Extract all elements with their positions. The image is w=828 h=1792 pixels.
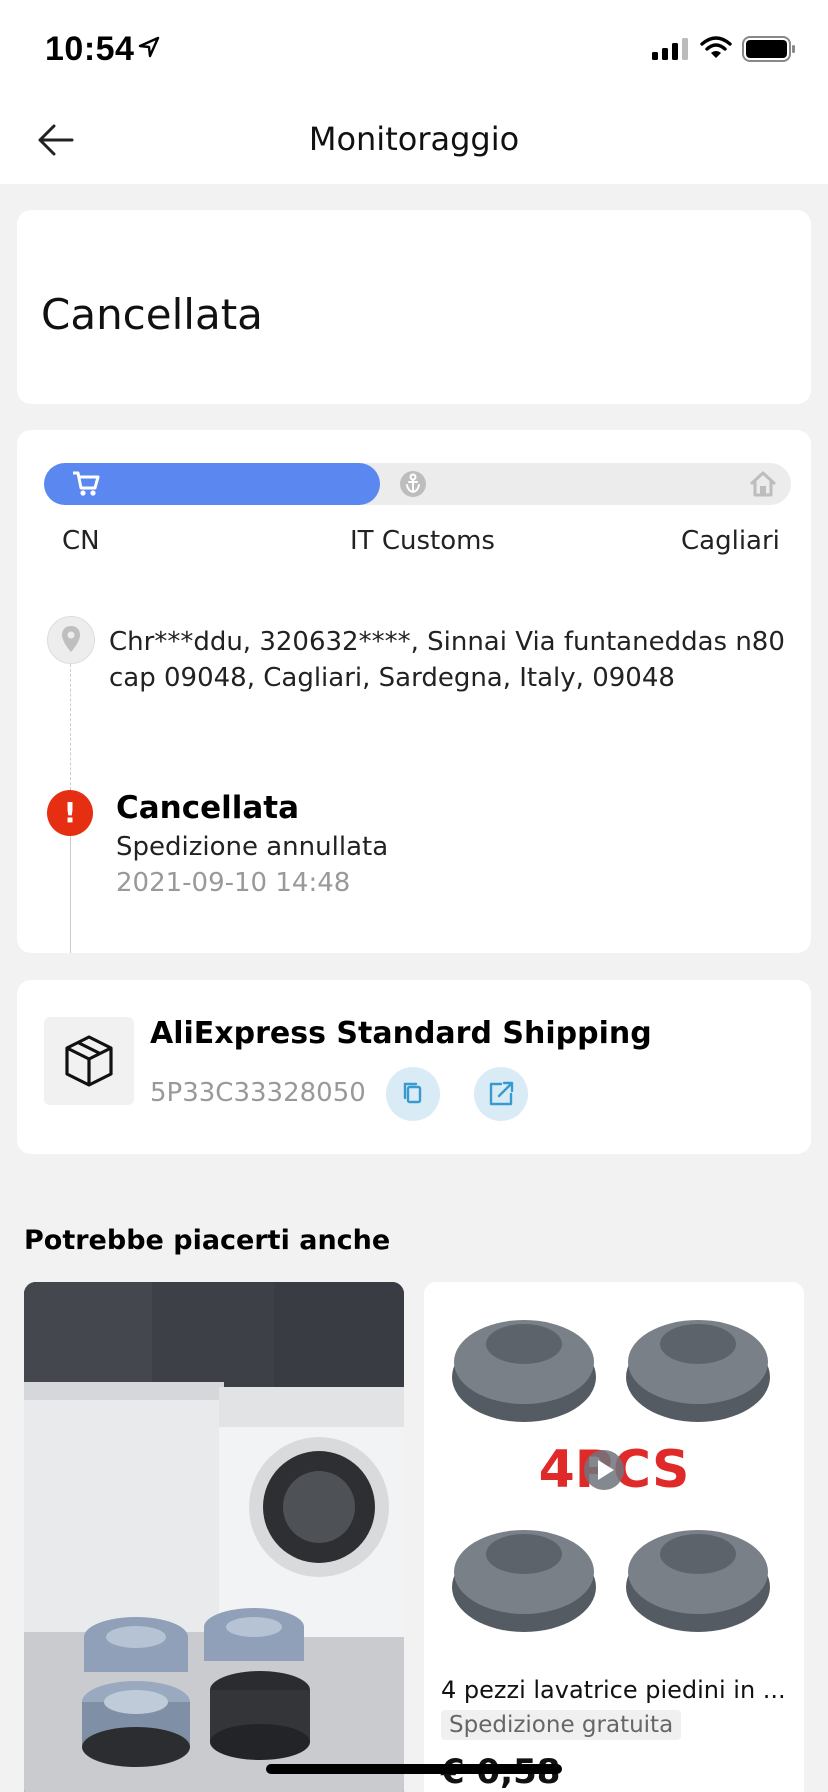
- open-tracking-link-button[interactable]: [474, 1067, 528, 1121]
- product-card[interactable]: 4PCS 4 pezzi lavatrice piedini in ... Sp…: [424, 1282, 804, 1792]
- stage-customs-label: IT Customs: [350, 526, 495, 556]
- cart-icon: [73, 471, 100, 496]
- order-status-card: Cancellata: [17, 210, 811, 404]
- shipping-progress-bar: [44, 463, 791, 505]
- anchor-icon: [400, 471, 426, 497]
- wifi-icon: [700, 36, 732, 58]
- copy-tracking-button[interactable]: [386, 1067, 440, 1121]
- navigation-bar: Monitoraggio: [0, 100, 828, 184]
- home-indicator[interactable]: [266, 1764, 562, 1774]
- location-arrow-icon: [138, 36, 160, 58]
- product-image: [24, 1282, 404, 1792]
- external-link-icon: [489, 1081, 514, 1106]
- order-status-text: Cancellata: [41, 290, 263, 339]
- product-image: 4PCS: [424, 1282, 804, 1662]
- location-pin-icon: [47, 616, 95, 664]
- free-shipping-badge: Spedizione gratuita: [441, 1710, 682, 1740]
- status-bar: 10:54: [0, 0, 828, 100]
- home-icon: [749, 471, 777, 497]
- timeline-connector-dashed: [70, 664, 71, 790]
- event-title: Cancellata: [116, 790, 300, 826]
- copy-icon: [403, 1082, 422, 1104]
- alert-icon: !: [47, 790, 93, 836]
- carrier-name: AliExpress Standard Shipping: [150, 1016, 652, 1051]
- tracking-number: 5P33C33328050: [150, 1078, 366, 1108]
- battery-icon: [742, 36, 795, 62]
- package-icon: [44, 1017, 134, 1105]
- delivery-address: Chr***ddu, 320632****, Sinnai Via funtan…: [109, 627, 785, 693]
- page-title: Monitoraggio: [308, 120, 520, 158]
- stage-origin-label: CN: [62, 526, 100, 556]
- event-time: 2021-09-10 14:48: [116, 868, 351, 898]
- signal-icon: [652, 38, 688, 60]
- event-description: Spedizione annullata: [116, 832, 389, 862]
- product-name: 4 pezzi lavatrice piedini in ...: [441, 1676, 786, 1704]
- timeline-connector: [70, 836, 71, 953]
- status-time: 10:54: [45, 30, 135, 68]
- shipping-info-card: AliExpress Standard Shipping 5P33C333280…: [17, 980, 811, 1154]
- product-card[interactable]: [24, 1282, 404, 1792]
- stage-destination-label: Cagliari: [681, 526, 780, 556]
- recommendations-heading: Potrebbe piacerti anche: [24, 1225, 391, 1256]
- tracking-card: CN IT Customs Cagliari Chr***ddu, 320632…: [17, 430, 811, 953]
